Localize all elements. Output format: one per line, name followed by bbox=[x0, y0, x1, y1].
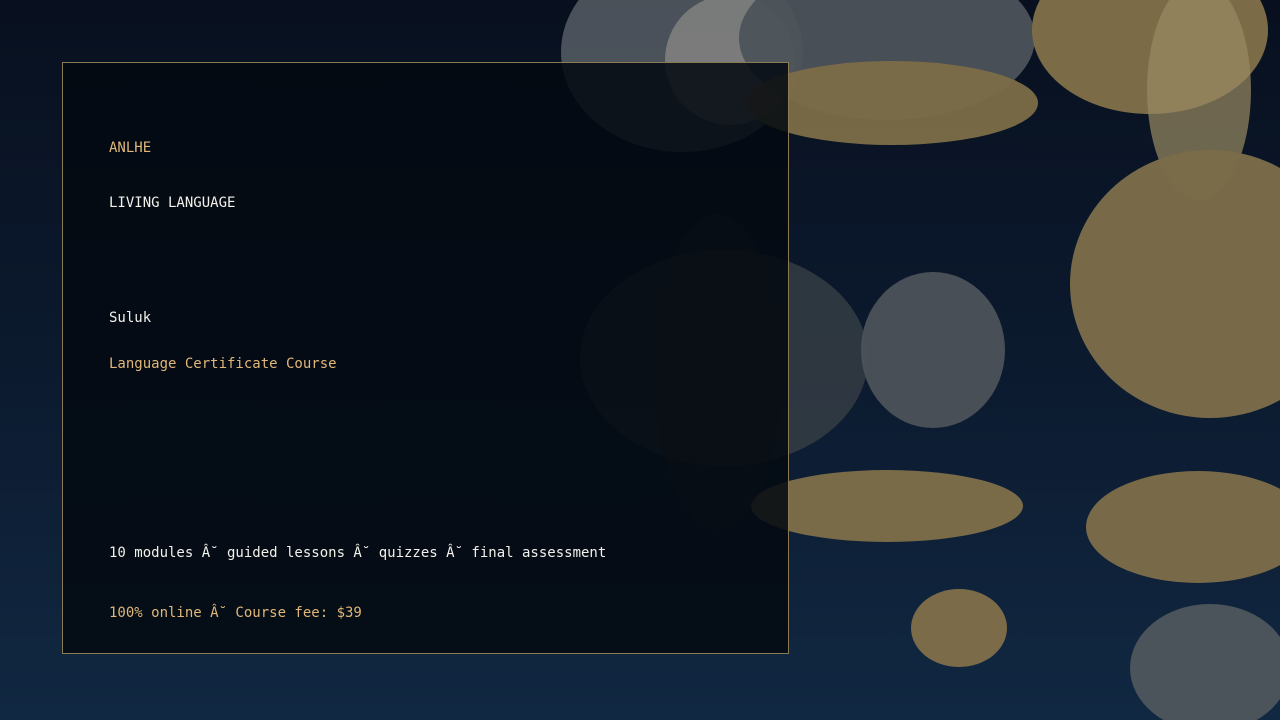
course-card: ANLHE LIVING LANGUAGE Suluk Language Cer… bbox=[62, 62, 789, 654]
course-pricing: 100% online Â˘ Course fee: $39 bbox=[109, 605, 362, 621]
course-features: 10 modules Â˘ guided lessons Â˘ quizzes … bbox=[109, 545, 607, 561]
language-name: Suluk bbox=[109, 310, 152, 326]
brand-name: ANLHE bbox=[109, 140, 152, 156]
tagline: LIVING LANGUAGE bbox=[109, 195, 236, 211]
course-title: Language Certificate Course bbox=[109, 356, 337, 372]
